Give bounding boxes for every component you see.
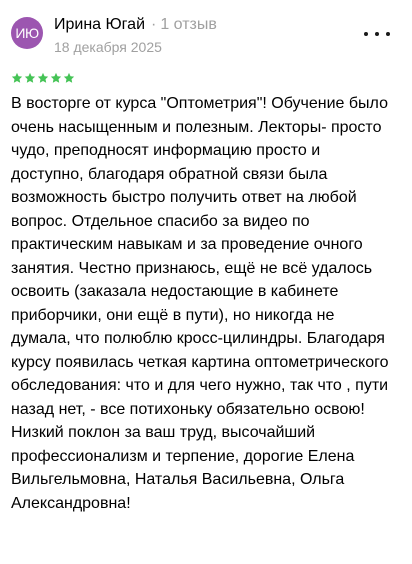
author-name[interactable]: Ирина Югай <box>54 16 145 34</box>
author-reviews-count: 1 отзыв <box>160 16 217 33</box>
more-horizontal-icon <box>364 32 368 36</box>
more-horizontal-icon <box>386 32 390 36</box>
author-row: Ирина Югай · 1 отзыв <box>54 16 217 34</box>
review-date: 18 декабря 2025 <box>54 39 162 55</box>
star-icon <box>50 72 62 83</box>
review-text: В восторге от курса "Оптометрия"! Обучен… <box>11 95 389 512</box>
review-card: ИЮ Ирина Югай · 1 отзыв 18 декабря 2025 … <box>0 0 412 564</box>
star-icon <box>37 72 49 83</box>
star-icon <box>11 72 23 83</box>
separator-dot: · <box>151 16 157 33</box>
more-horizontal-icon <box>375 32 379 36</box>
star-icon <box>63 72 75 83</box>
more-options-button[interactable] <box>364 26 390 42</box>
star-rating <box>11 72 75 84</box>
avatar[interactable]: ИЮ <box>11 17 43 49</box>
star-icon <box>24 72 36 83</box>
